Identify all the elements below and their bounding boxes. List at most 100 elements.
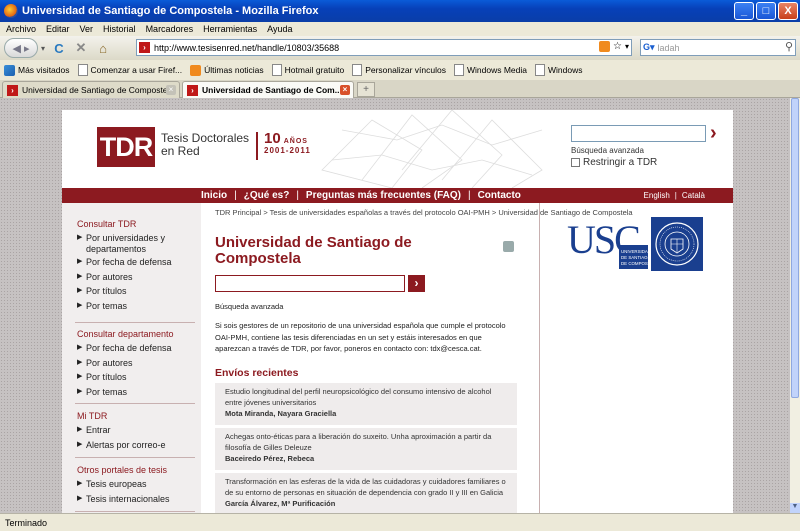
sidebar-item-titulos[interactable]: ▶ Por títulos [77, 370, 197, 385]
scrollbar-thumb[interactable] [791, 98, 799, 398]
page-scrollbar[interactable]: ▼ [790, 98, 800, 513]
window-title-bar[interactable]: Universidad de Santiago de Compostela - … [0, 0, 800, 22]
sidebar-divider [75, 322, 195, 323]
sidebar-item-label: Por fecha de defensa [86, 343, 172, 353]
menu-herramientas[interactable]: Herramientas [203, 24, 257, 34]
menu-archivo[interactable]: Archivo [6, 24, 36, 34]
sidebar-heading[interactable]: Consultar departamento [77, 329, 197, 341]
scroll-down-icon[interactable]: ▼ [790, 503, 800, 513]
menu-ver[interactable]: Ver [80, 24, 94, 34]
tab-label: Universidad de Santiago de Compostela [22, 85, 175, 95]
sidebar-item-label: Alertas por correo-e [86, 439, 166, 450]
lang-english[interactable]: English [644, 191, 670, 200]
lang-catala[interactable]: Català [682, 191, 705, 200]
bullet-icon: ▶ [77, 358, 83, 366]
nav-que-es[interactable]: ¿Qué es? [244, 190, 290, 201]
sidebar-item-tesis-europeas[interactable]: ▶ Tesis europeas [77, 477, 197, 492]
url-dropdown-icon[interactable]: ▾ [625, 42, 629, 51]
minimize-button[interactable]: _ [734, 2, 754, 20]
sidebar-item-entrar[interactable]: ▶ Entrar [77, 423, 197, 438]
restrict-tdr-checkbox[interactable] [571, 158, 580, 167]
thesis-title[interactable]: Estudio longitudinal del perfil neuropsi… [225, 386, 507, 408]
advanced-search-link[interactable]: Búsqueda avanzada [215, 302, 283, 311]
sidebar-item-fecha[interactable]: ▶ Por fecha de defensa [77, 255, 197, 270]
sidebar-item-autores[interactable]: ▶ Por autores [77, 270, 197, 285]
search-bar[interactable]: G▾ ladah ⚲ [640, 39, 796, 56]
menu-ayuda[interactable]: Ayuda [267, 24, 292, 34]
bookmark-mas-visitados[interactable]: Más visitados [4, 64, 70, 76]
history-dropdown-icon[interactable]: ▾ [38, 38, 48, 58]
collection-search-input[interactable] [215, 275, 405, 292]
reload-icon[interactable]: C [48, 38, 70, 58]
stop-icon[interactable]: ✕ [70, 38, 92, 58]
tdr-logo[interactable]: TDR [97, 127, 155, 167]
bookmark-label: Más visitados [18, 65, 70, 75]
collection-search-button[interactable]: › [408, 275, 425, 292]
bookmark-comenzar[interactable]: Comenzar a usar Firef... [77, 64, 183, 76]
thesis-title[interactable]: Transformación en las esferas de la vida… [225, 476, 507, 498]
bookmark-personalizar[interactable]: Personalizar vínculos [352, 64, 446, 76]
sidebar-heading[interactable]: Mi TDR [77, 411, 197, 423]
sidebar-item-label: Por autores [86, 357, 133, 368]
bookmark-windows-media[interactable]: Windows Media [454, 64, 527, 76]
sidebar-divider [75, 457, 195, 458]
sidebar-item-temas[interactable]: ▶ Por temas [77, 299, 197, 314]
bookmark-hotmail[interactable]: Hotmail gratuito [271, 64, 344, 76]
nav-faq[interactable]: Preguntas más frecuentes (FAQ) [306, 190, 461, 201]
sidebar-item-label: Por temas [86, 300, 128, 311]
close-tab-icon[interactable]: × [166, 85, 176, 95]
back-icon[interactable]: ◀ ▸ [4, 38, 38, 58]
sidebar-heading[interactable]: Consultar TDR [77, 219, 197, 231]
sidebar-item-autores[interactable]: ▶ Por autores [77, 356, 197, 371]
menu-marcadores[interactable]: Marcadores [146, 24, 194, 34]
sidebar-item-fecha[interactable]: ▶ Por fecha de defensa [77, 341, 197, 356]
restrict-tdr-option[interactable]: Restringir a TDR [571, 157, 657, 168]
search-input[interactable]: ladah [658, 43, 680, 53]
maximize-button[interactable]: □ [756, 2, 776, 20]
close-tab-icon[interactable]: × [340, 85, 350, 95]
sidebar-group-mi-tdr: Mi TDR ▶ Entrar ▶ Alertas por correo-e [77, 411, 197, 452]
menu-historial[interactable]: Historial [103, 24, 136, 34]
bookmark-star-icon[interactable]: ☆ [613, 41, 622, 52]
header-search-input[interactable] [571, 125, 706, 142]
url-bar[interactable]: › http://www.tesisenred.net/handle/10803… [136, 39, 632, 56]
intro-text: Si sois gestores de un repositorio de un… [215, 321, 506, 353]
bookmark-label: Personalizar vínculos [365, 65, 446, 75]
new-tab-button[interactable]: + [357, 82, 375, 97]
tab-usc-2[interactable]: › Universidad de Santiago de Com... × [182, 81, 354, 98]
tab-usc-1[interactable]: › Universidad de Santiago de Compostela … [2, 81, 180, 98]
header-search-button[interactable]: › [710, 122, 717, 145]
nav-inicio[interactable]: Inicio [201, 190, 227, 201]
sidebar-item-tesis-internacionales[interactable]: ▶ Tesis internacionales [77, 492, 197, 507]
bookmark-ultimas-noticias[interactable]: Últimas noticias [190, 64, 264, 76]
home-icon[interactable]: ⌂ [92, 38, 114, 58]
list-item[interactable]: Achegas onto-éticas para a liberación do… [215, 428, 517, 470]
rss-feed-icon[interactable] [503, 241, 514, 252]
main-nav-items: Inicio | ¿Qué es? | Preguntas más frecue… [201, 188, 521, 203]
list-item[interactable]: Estudio longitudinal del perfil neuropsi… [215, 383, 517, 425]
thesis-title[interactable]: Achegas onto-éticas para a liberación do… [225, 431, 507, 453]
bullet-icon: ▶ [77, 287, 83, 294]
bookmark-windows[interactable]: Windows [535, 64, 582, 76]
sidebar-item-titulos[interactable]: ▶ Por títulos [77, 284, 197, 299]
search-engine-icon[interactable]: G▾ [643, 42, 655, 53]
bullet-icon: ▶ [77, 258, 83, 265]
search-icon[interactable]: ⚲ [785, 40, 793, 53]
recent-submissions-heading: Envíos recientes [215, 367, 299, 379]
header-advanced-search-link[interactable]: Búsqueda avanzada [571, 146, 644, 155]
close-button[interactable]: X [778, 2, 798, 20]
status-text: Terminado [5, 517, 48, 528]
window-controls: _ □ X [734, 2, 798, 20]
sidebar-item-temas[interactable]: ▶ Por temas [77, 385, 197, 400]
url-bar-actions: ☆ ▾ [599, 41, 629, 52]
sidebar-item-alertas[interactable]: ▶ Alertas por correo-e [77, 438, 197, 453]
bookmark-label: Comenzar a usar Firef... [90, 65, 183, 75]
sidebar-item-universidades[interactable]: ▶ Por universidades y departamentos [77, 231, 197, 255]
sidebar-heading[interactable]: Otros portales de tesis [77, 465, 197, 477]
usc-logo[interactable]: USC UNIVERSIDADE DE SANTIAGO DE COMPOSTE… [567, 217, 703, 271]
rss-icon[interactable] [599, 41, 611, 52]
menu-editar[interactable]: Editar [46, 24, 70, 34]
bookmark-label: Windows Media [467, 65, 527, 75]
nav-contacto[interactable]: Contacto [478, 190, 521, 201]
list-item[interactable]: Transformación en las esferas de la vida… [215, 473, 517, 513]
